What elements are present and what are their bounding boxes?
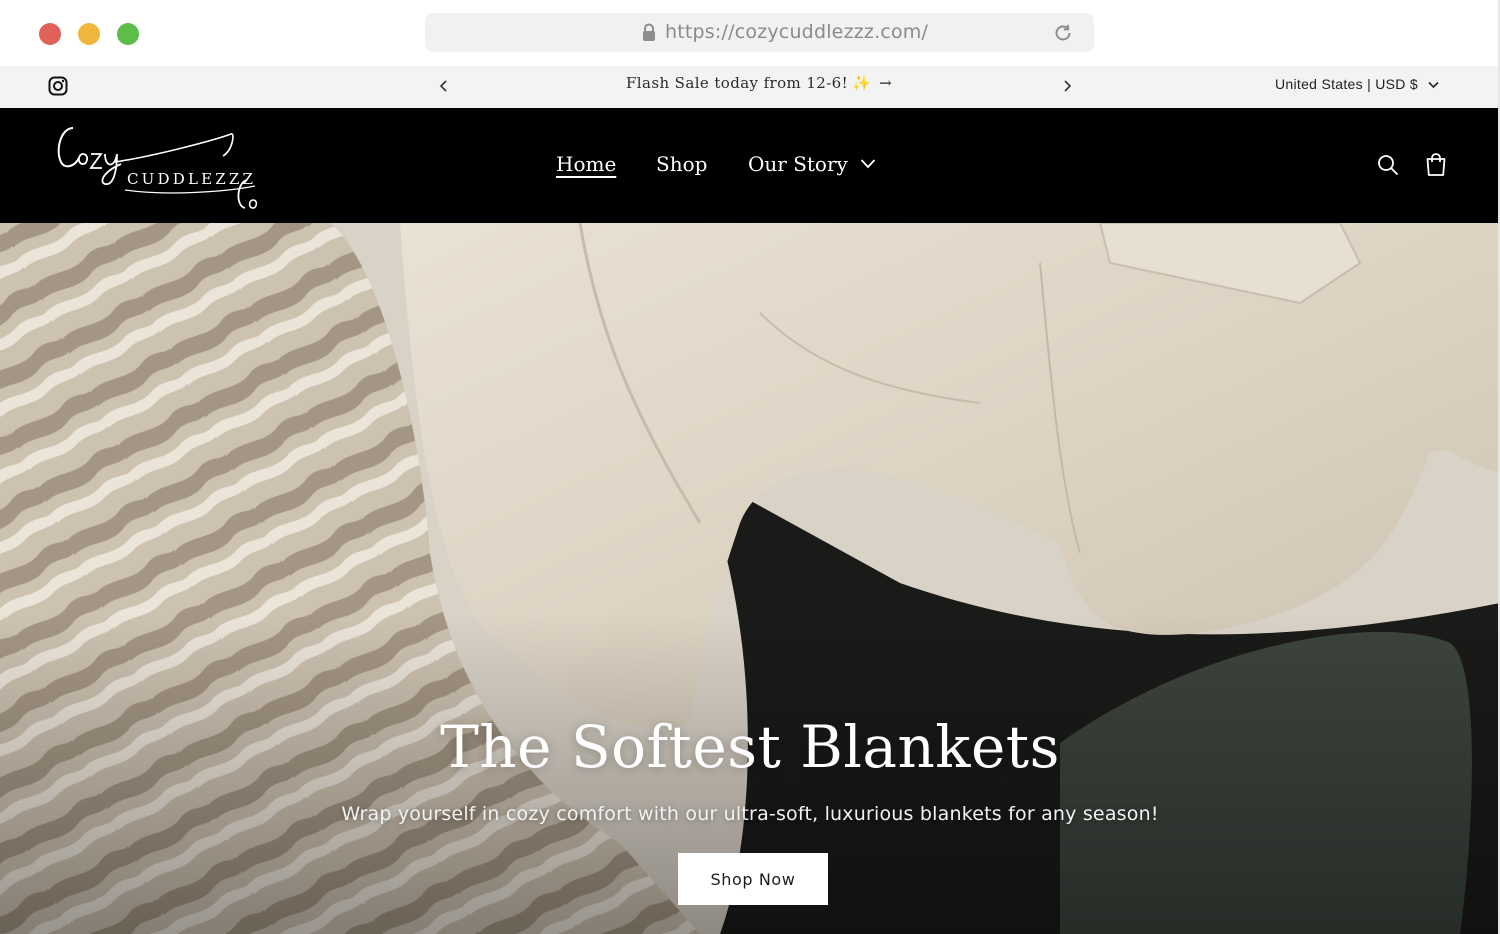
nav-home[interactable]: Home	[556, 152, 616, 176]
announcement-message[interactable]: Flash Sale today from 12-6! ✨ →	[626, 74, 892, 92]
close-window-button[interactable]	[39, 23, 61, 45]
instagram-icon[interactable]	[48, 76, 68, 96]
arrow-right-icon: →	[879, 74, 893, 92]
site-header: CUDDLEZZZ Home Shop Our Story	[0, 108, 1500, 223]
address-bar[interactable]: https://cozycuddlezzz.com/	[425, 13, 1094, 52]
hero-subtitle: Wrap yourself in cozy comfort with our u…	[341, 803, 1159, 825]
logo-wordmark: CUDDLEZZZ	[127, 170, 256, 188]
chevron-down-icon	[1428, 81, 1439, 89]
minimize-window-button[interactable]	[78, 23, 100, 45]
chevron-right-icon[interactable]	[1057, 75, 1077, 97]
hero-image	[0, 223, 1500, 934]
nav-our-story[interactable]: Our Story	[748, 152, 848, 176]
browser-chrome: https://cozycuddlezzz.com/	[0, 0, 1500, 66]
lock-icon	[643, 23, 655, 41]
url-text[interactable]: https://cozycuddlezzz.com/	[665, 21, 928, 43]
reload-icon[interactable]	[1052, 22, 1074, 44]
hero-title: The Softest Blankets	[440, 713, 1060, 781]
zoom-window-button[interactable]	[117, 23, 139, 45]
announcement-bar: Flash Sale today from 12-6! ✨ → United Sta…	[0, 66, 1500, 108]
cart-icon[interactable]	[1424, 152, 1448, 178]
chevron-left-icon[interactable]	[434, 75, 454, 97]
sparkles-emoji: ✨	[852, 74, 872, 92]
nav-shop[interactable]: Shop	[656, 152, 707, 176]
search-icon[interactable]	[1376, 153, 1400, 177]
chevron-down-icon[interactable]	[860, 158, 876, 170]
shop-now-button[interactable]: Shop Now	[678, 853, 828, 905]
announcement-text: Flash Sale today from 12-6!	[626, 74, 849, 92]
brand-logo[interactable]: CUDDLEZZZ	[55, 120, 265, 212]
locale-selector[interactable]: United States | USD $	[1275, 76, 1439, 92]
locale-label: United States | USD $	[1275, 76, 1418, 92]
hero-banner: The Softest Blankets Wrap yourself in co…	[0, 223, 1500, 934]
